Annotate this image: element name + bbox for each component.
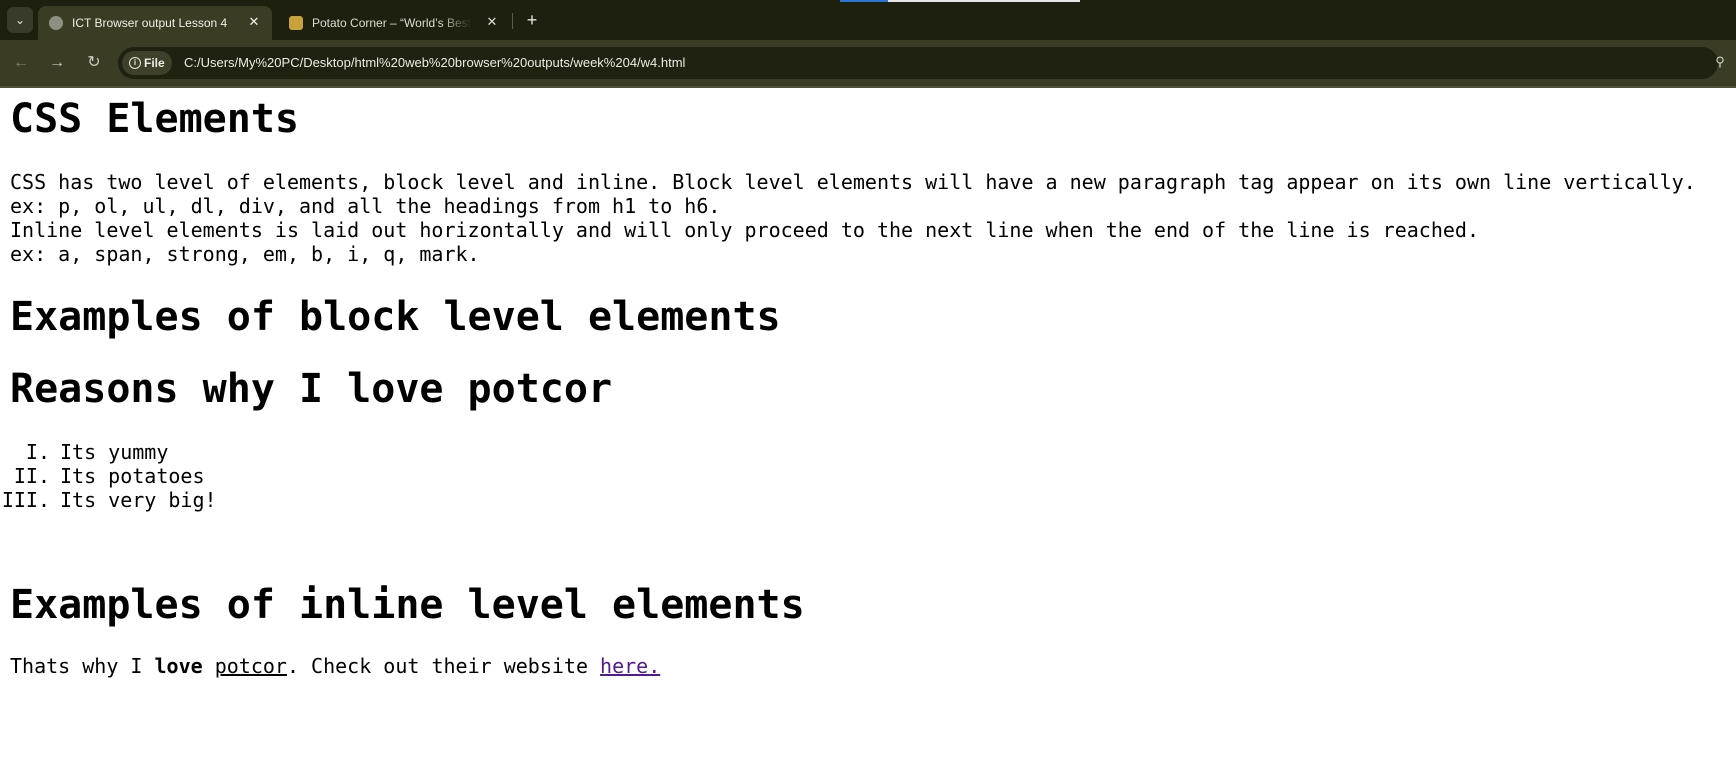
closing-text-2: . Check out their website	[286, 654, 601, 678]
browser-toolbar: ← → ↻ i File C:/Users/My%20PC/Desktop/ht…	[0, 40, 1736, 86]
closing-text: Thats why I	[10, 654, 155, 678]
list-item-number: I.	[25, 440, 50, 464]
potato-corner-favicon-icon	[289, 16, 303, 30]
site-info-chip[interactable]: i File	[122, 51, 172, 75]
chevron-down-icon[interactable]: ⌄	[7, 7, 33, 33]
block-elements-heading: Examples of block level elements	[10, 294, 781, 340]
top-highlight-bar	[840, 0, 1080, 2]
reasons-list: I. Its yummy II. Its potatoes III. Its very…	[0, 440, 217, 512]
close-icon[interactable]: ✕	[246, 14, 262, 30]
tab-title: Potato Corner – “World’s Best F	[312, 16, 472, 30]
tab-strip: ⌄ ICT Browser output Lesson 4 ✕ Potato C…	[0, 0, 1736, 40]
reload-icon[interactable]: ↻	[80, 50, 108, 76]
underlined-text: potcor	[214, 654, 287, 678]
intro-paragraph: CSS has two level of elements, block lev…	[10, 170, 1696, 266]
list-item: II. Its potatoes	[0, 464, 217, 488]
list-item: III. Its very big!	[0, 488, 217, 512]
list-item-text: Its potatoes	[60, 464, 205, 488]
site-chip-label: File	[144, 56, 165, 70]
forward-arrow-icon[interactable]: →	[43, 50, 71, 76]
list-item-text: Its very big!	[60, 488, 217, 512]
reasons-heading: Reasons why I love potcor	[10, 366, 613, 412]
list-item: I. Its yummy	[0, 440, 217, 464]
page-title: CSS Elements	[10, 96, 299, 142]
tab-title: ICT Browser output Lesson 4	[72, 16, 228, 30]
url-text[interactable]: C:/Users/My%20PC/Desktop/html%20web%20br…	[184, 47, 685, 79]
list-item-number: II.	[13, 464, 50, 488]
back-arrow-icon[interactable]: ←	[7, 50, 35, 76]
intro-line: ex: a, span, strong, em, b, i, q, mark.	[10, 242, 480, 266]
list-item-text: Its yummy	[60, 440, 169, 464]
closing-paragraph: Thats why I love potcor. Check out their…	[10, 654, 660, 678]
list-item-number: III.	[1, 488, 50, 512]
address-bar[interactable]: i File C:/Users/My%20PC/Desktop/html%20w…	[118, 47, 1718, 79]
inline-elements-heading: Examples of inline level elements	[10, 582, 805, 628]
intro-line: Inline level elements is laid out horizo…	[10, 218, 1480, 242]
tab-ict-browser-output[interactable]: ICT Browser output Lesson 4 ✕	[38, 6, 272, 40]
bold-text: love	[154, 654, 203, 678]
intro-line: CSS has two level of elements, block lev…	[10, 170, 1696, 194]
close-icon[interactable]: ✕	[484, 14, 500, 30]
toolbar-divider	[0, 86, 1736, 88]
space-text	[203, 654, 215, 678]
tab-separator	[512, 13, 513, 29]
info-icon: i	[129, 57, 141, 69]
intro-line: ex: p, ol, ul, dl, div, and all the head…	[10, 194, 721, 218]
tab-potato-corner[interactable]: Potato Corner – “World’s Best F ✕	[278, 6, 510, 40]
globe-icon	[49, 16, 63, 30]
new-tab-button[interactable]: +	[520, 8, 544, 32]
zoom-icon[interactable]: ⚲	[1712, 54, 1728, 70]
website-link[interactable]: here.	[600, 654, 660, 678]
